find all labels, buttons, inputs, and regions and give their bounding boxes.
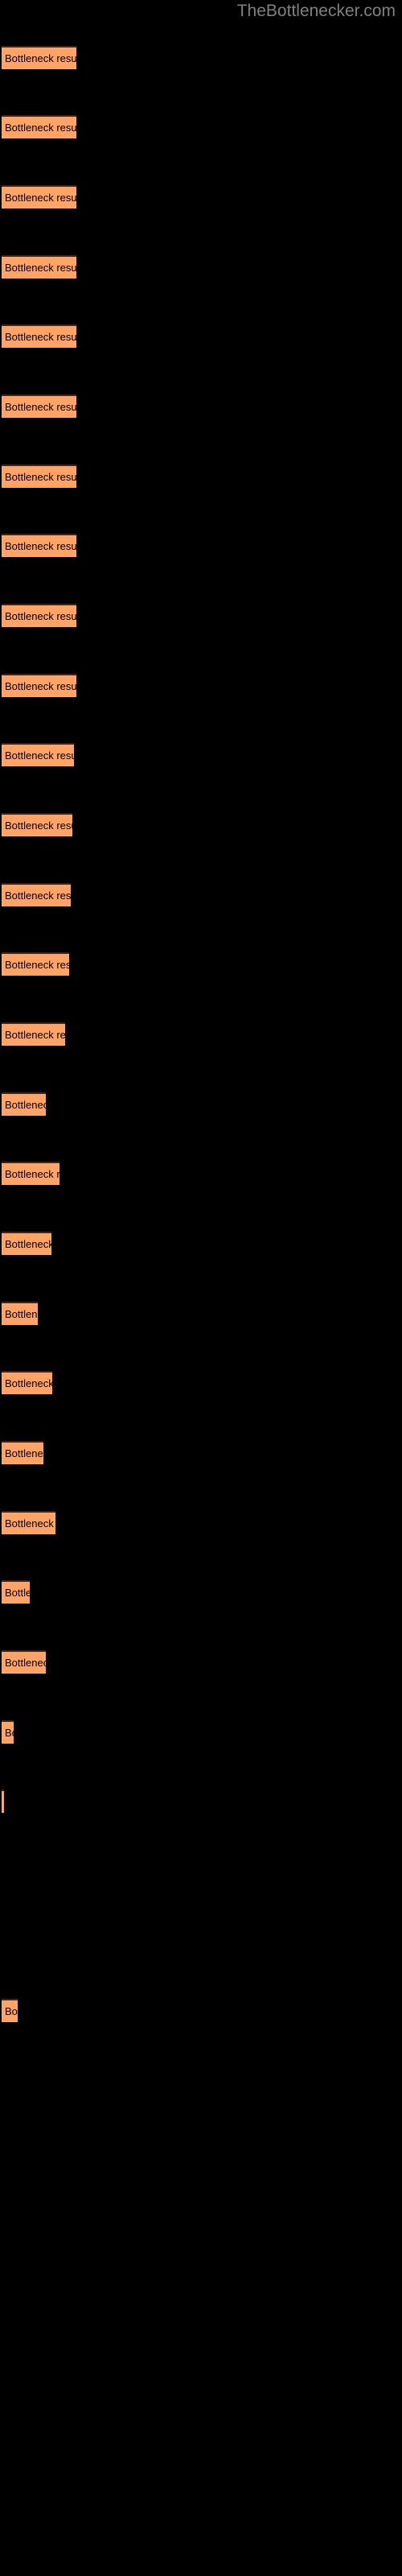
bar-row[interactable]: Bottleneck result <box>2 1162 59 1185</box>
bar-label: Bottleneck result <box>5 1029 65 1041</box>
bar-row[interactable]: Bottleneck result <box>2 185 76 208</box>
bar-label: Bottleneck result <box>5 959 69 971</box>
bar-label: Bottleneck result <box>5 1447 43 1459</box>
bar-label: Bottleneck result <box>5 680 76 692</box>
bar-row[interactable]: Bottleneck result <box>2 46 76 69</box>
bar-label: Bottleneck result <box>5 2005 18 2017</box>
bar-label: Bottleneck result <box>5 1308 38 1320</box>
bar-row[interactable]: Bottleneck result <box>2 674 76 697</box>
bar-row[interactable]: Bottleneck result <box>2 1441 43 1464</box>
bar-label: Bottleneck result <box>5 122 76 134</box>
bar-label: Bottleneck result <box>5 749 74 762</box>
bar-row[interactable]: Bottleneck result <box>2 1022 65 1046</box>
bar-row[interactable]: Bottleneck result <box>2 115 76 138</box>
bar-row[interactable]: Bottleneck result <box>2 813 72 836</box>
bar-row[interactable]: Bottleneck result <box>2 534 76 557</box>
bar-row[interactable]: Bottleneck result <box>2 1650 46 1674</box>
bar-label: Bottleneck result <box>5 262 76 274</box>
bar-row[interactable]: Bottleneck result <box>2 1580 30 1604</box>
bar-label: Bottleneck result <box>5 192 76 204</box>
bar-row[interactable]: Bottleneck result <box>2 1999 18 2022</box>
bar-label: Bottleneck result <box>5 1587 30 1599</box>
bar-label: Bottleneck result <box>5 1517 55 1530</box>
bar-label: Bottleneck result <box>5 1099 46 1111</box>
bar-row[interactable]: Bottleneck result <box>2 1302 38 1325</box>
bar-row[interactable]: Bottleneck result <box>2 883 71 906</box>
bar-label: Bottleneck result <box>5 331 76 343</box>
bar-row[interactable]: Bottleneck result <box>2 604 76 627</box>
bar-row[interactable]: Bottleneck result <box>2 394 76 418</box>
bar-row[interactable]: Bottleneck result <box>2 1371 52 1394</box>
bar-label: Bottleneck result <box>5 819 72 832</box>
bar-label: Bottleneck result <box>5 890 71 902</box>
bar-row[interactable]: Bottleneck result <box>2 952 69 976</box>
bar-row[interactable]: Bottleneck result <box>2 255 76 279</box>
bar-label: Bottleneck result <box>5 52 76 64</box>
bar-label: Bottleneck result <box>5 471 76 483</box>
bar-label: Bottleneck result <box>5 1657 46 1669</box>
bars-layer: Bottleneck result Bottleneck result Bottle… <box>0 0 402 2576</box>
bar-row[interactable]: Bottleneck result <box>2 464 76 488</box>
bar-row[interactable]: Bottleneck result <box>2 1790 4 1813</box>
bar-label: Bottleneck result <box>5 1168 59 1180</box>
bar-row[interactable]: Bottleneck result <box>2 1092 46 1116</box>
bar-label: Bottleneck result <box>5 1727 14 1739</box>
bar-label: Bottleneck result <box>5 610 76 622</box>
bar-fill <box>2 1790 4 1813</box>
bar-row[interactable]: Bottleneck result <box>2 1720 14 1744</box>
bar-label: Bottleneck result <box>5 401 76 413</box>
bar-row[interactable]: Bottleneck result <box>2 1511 55 1534</box>
bottleneck-chart: TheBottlenecker.com Bottleneck result Bot… <box>0 0 402 2576</box>
bar-row[interactable]: Bottleneck result <box>2 743 74 766</box>
bar-row[interactable]: Bottleneck result <box>2 324 76 348</box>
bar-label: Bottleneck result <box>5 540 76 552</box>
bar-label: Bottleneck result <box>5 1377 52 1389</box>
bar-row[interactable]: Bottleneck result <box>2 1232 51 1255</box>
bar-label: Bottleneck result <box>5 1238 51 1250</box>
